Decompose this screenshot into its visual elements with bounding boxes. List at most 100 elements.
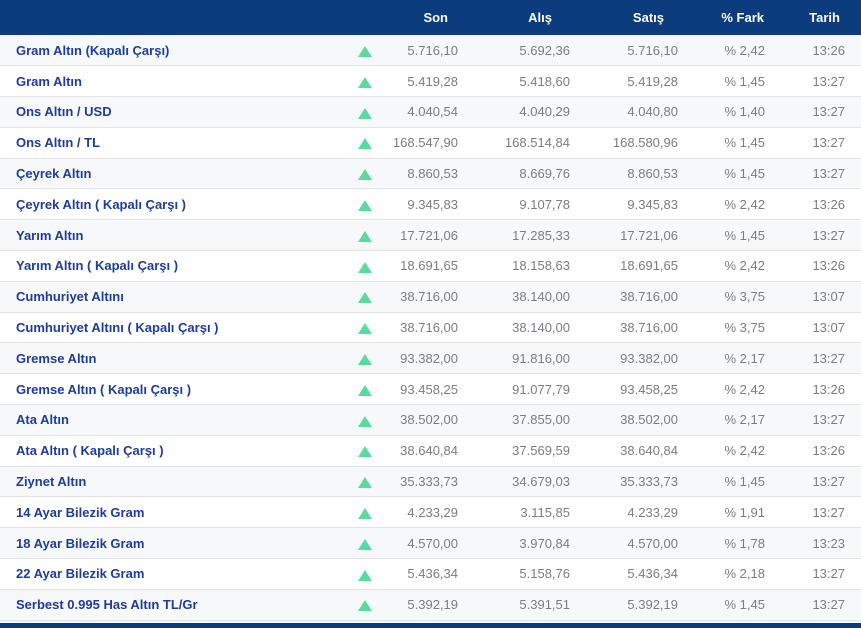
- son-value: 93.458,25: [400, 381, 458, 397]
- son-value: 168.547,90: [392, 135, 458, 151]
- instrument-name-link[interactable]: Gram Altın (Kapalı Çarşı): [0, 35, 345, 66]
- fark-value: % 3,75: [724, 289, 765, 305]
- satis-value: 38.640,84: [620, 443, 678, 459]
- tarih-value: 13:26: [812, 381, 845, 397]
- instrument-name-link[interactable]: Ons Altın / TL: [0, 127, 345, 158]
- fark-value: % 2,18: [724, 566, 765, 582]
- alis-value: 37.569,59: [512, 443, 570, 459]
- son-value: 18.691,65: [400, 258, 458, 274]
- satis-value: 4.570,00: [627, 535, 678, 551]
- alis-value: 5.391,51: [519, 597, 570, 613]
- up-arrow-icon: [358, 507, 372, 519]
- tarih-value: 13:27: [812, 135, 845, 151]
- satis-value: 93.382,00: [620, 350, 678, 366]
- instrument-name-link[interactable]: Serbest 0.995 Has Altın TL/Gr: [0, 589, 345, 620]
- fark-value: % 1,40: [724, 104, 765, 120]
- table-row: 22 Ayar Bilezik Gram 5.436,34 5.158,76 5.43…: [0, 558, 861, 590]
- table-row: Gram Altın (Kapalı Çarşı) 5.716,10 5.692,3…: [0, 35, 861, 66]
- instrument-name-link[interactable]: Çeyrek Altın ( Kapalı Çarşı ): [0, 189, 345, 220]
- fark-value: % 2,17: [724, 350, 765, 366]
- son-value: 8.860,53: [407, 166, 458, 182]
- tarih-value: 13:07: [812, 289, 845, 305]
- trend-cell: [345, 189, 385, 220]
- gold-prices-page: Son Alış Satış % Fark Tarih Gram Altın (…: [0, 0, 861, 628]
- son-value: 5.436,34: [407, 566, 458, 582]
- up-arrow-icon: [358, 415, 372, 427]
- tarih-value: 13:26: [812, 42, 845, 58]
- table-header: Son Alış Satış % Fark Tarih: [0, 0, 861, 35]
- header-tarih: Tarih: [809, 10, 840, 25]
- up-arrow-icon: [358, 138, 372, 150]
- fark-value: % 1,45: [724, 135, 765, 151]
- alis-value: 38.140,00: [512, 320, 570, 336]
- tarih-value: 13:27: [812, 474, 845, 490]
- trend-cell: [345, 66, 385, 97]
- fark-value: % 1,45: [724, 73, 765, 89]
- instrument-name-link[interactable]: Ons Altın / USD: [0, 97, 345, 128]
- alis-value: 38.140,00: [512, 289, 570, 305]
- trend-cell: [345, 158, 385, 189]
- instrument-name-link[interactable]: Ata Altın: [0, 405, 345, 436]
- header-alis: Alış: [528, 10, 552, 25]
- instrument-name-link[interactable]: Cumhuriyet Altını: [0, 281, 345, 312]
- table-row: 14 Ayar Bilezik Gram 4.233,29 3.115,85 4.23…: [0, 496, 861, 528]
- alis-value: 91.077,79: [512, 381, 570, 397]
- fark-value: % 1,78: [724, 535, 765, 551]
- alis-value: 168.514,84: [504, 135, 570, 151]
- instrument-name-link[interactable]: Yarım Altın ( Kapalı Çarşı ): [0, 251, 345, 282]
- trend-cell: [345, 281, 385, 312]
- alis-value: 5.418,60: [519, 73, 570, 89]
- instrument-name-link[interactable]: 18 Ayar Bilezik Gram: [0, 528, 345, 559]
- up-arrow-icon: [358, 76, 372, 88]
- up-arrow-icon: [358, 446, 372, 458]
- alis-value: 5.692,36: [519, 42, 570, 58]
- fark-value: % 3,75: [724, 320, 765, 336]
- tarih-value: 13:26: [812, 443, 845, 459]
- alis-value: 18.158,63: [512, 258, 570, 274]
- trend-cell: [345, 528, 385, 559]
- satis-value: 5.716,10: [627, 42, 678, 58]
- table-row: Ziynet Altın 35.333,73 34.679,03 35.333,73%…: [0, 466, 861, 497]
- satis-value: 4.040,80: [627, 104, 678, 120]
- alis-value: 8.669,76: [519, 166, 570, 182]
- tarih-value: 13:26: [812, 196, 845, 212]
- table-row: Cumhuriyet Altını ( Kapalı Çarşı ) 38.716…: [0, 312, 861, 343]
- fark-value: % 2,42: [724, 258, 765, 274]
- instrument-name-link[interactable]: Gram Altın: [0, 66, 345, 97]
- son-value: 38.640,84: [400, 443, 458, 459]
- son-value: 5.392,19: [407, 597, 458, 613]
- instrument-name-link[interactable]: 14 Ayar Bilezik Gram: [0, 497, 345, 528]
- instrument-name-link[interactable]: Yarım Altın: [0, 220, 345, 251]
- alis-value: 34.679,03: [512, 474, 570, 490]
- satis-value: 93.458,25: [620, 381, 678, 397]
- instrument-name-link[interactable]: Ziynet Altın: [0, 466, 345, 497]
- tarih-value: 13:27: [812, 566, 845, 582]
- alis-value: 3.970,84: [519, 535, 570, 551]
- fark-value: % 2,42: [724, 381, 765, 397]
- table-row: Ata Altın ( Kapalı Çarşı ) 38.640,84 37.56…: [0, 435, 861, 467]
- instrument-name-link[interactable]: Gremse Altın: [0, 343, 345, 374]
- up-arrow-icon: [358, 261, 372, 273]
- son-value: 5.716,10: [407, 42, 458, 58]
- fark-value: % 1,45: [724, 227, 765, 243]
- tarih-value: 13:27: [812, 73, 845, 89]
- instrument-name-link[interactable]: 22 Ayar Bilezik Gram: [0, 559, 345, 590]
- table-row: Ons Altın / USD 4.040,54 4.040,29 4.040,80%…: [0, 96, 861, 128]
- instrument-name-link[interactable]: Ata Altın ( Kapalı Çarşı ): [0, 435, 345, 466]
- satis-value: 38.716,00: [620, 289, 678, 305]
- header-name-column: [0, 0, 345, 35]
- up-arrow-icon: [358, 384, 372, 396]
- instrument-name-link[interactable]: Çeyrek Altın: [0, 158, 345, 189]
- table-row: Yarım Altın ( Kapalı Çarşı ) 18.691,65 18.…: [0, 250, 861, 282]
- son-value: 17.721,06: [400, 227, 458, 243]
- instrument-name-link[interactable]: Cumhuriyet Altını ( Kapalı Çarşı ): [0, 312, 345, 343]
- trend-cell: [345, 374, 385, 405]
- trend-cell: [345, 405, 385, 436]
- son-value: 35.333,73: [400, 474, 458, 490]
- header-row: Son Alış Satış % Fark Tarih: [0, 0, 861, 35]
- table-row: Çeyrek Altın 8.860,53 8.669,76 8.860,53 % 1,…: [0, 158, 861, 189]
- trend-cell: [345, 312, 385, 343]
- satis-value: 9.345,83: [627, 196, 678, 212]
- trend-cell: [345, 497, 385, 528]
- instrument-name-link[interactable]: Gremse Altın ( Kapalı Çarşı ): [0, 374, 345, 405]
